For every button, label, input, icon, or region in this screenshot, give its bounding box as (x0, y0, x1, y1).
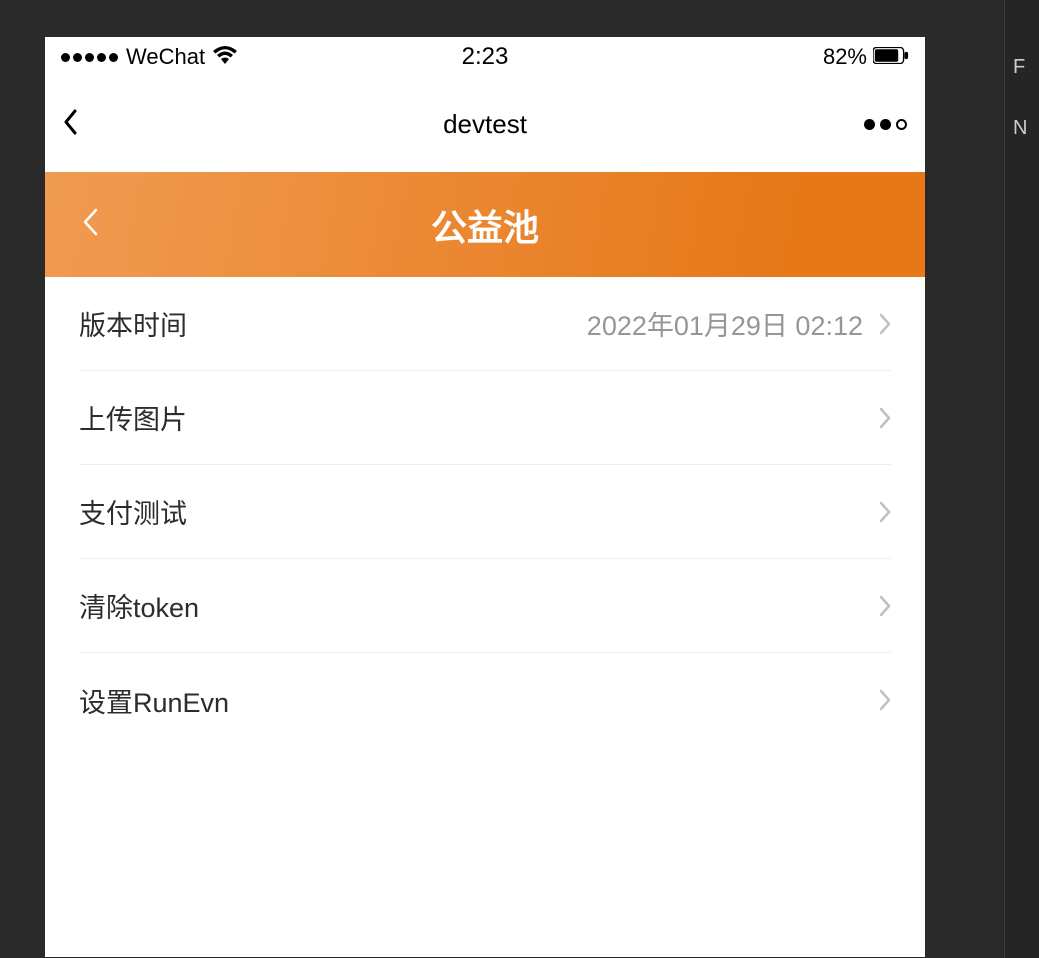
editor-sidebar: F N (1004, 0, 1039, 958)
page-header: 公益池 (45, 172, 925, 277)
signal-dots-icon (61, 53, 118, 62)
dot-icon (864, 119, 875, 130)
chevron-right-icon (879, 501, 891, 523)
chevron-right-icon (879, 313, 891, 335)
status-bar: WeChat 2:23 82% (45, 37, 925, 77)
list-item-payment-test[interactable]: 支付测试 (79, 465, 891, 559)
list-item-label: 设置RunEvn (79, 681, 229, 720)
status-left: WeChat (61, 44, 237, 70)
list-item-label: 版本时间 (79, 304, 187, 343)
editor-char: F (1005, 50, 1039, 85)
nav-bar: devtest (45, 77, 925, 172)
nav-title: devtest (443, 109, 527, 140)
list-item-label: 上传图片 (79, 398, 187, 437)
settings-list: 版本时间 2022年01月29日 02:12 上传图片 支付测试 (45, 277, 925, 747)
status-right: 82% (823, 44, 909, 70)
chevron-left-icon (81, 207, 99, 237)
dot-icon (880, 119, 891, 130)
chevron-right-icon (879, 407, 891, 429)
list-item-clear-token[interactable]: 清除token (79, 559, 891, 653)
battery-icon (873, 44, 909, 70)
chevron-right-icon (879, 689, 891, 711)
list-item-upload-image[interactable]: 上传图片 (79, 371, 891, 465)
list-item-set-runevn[interactable]: 设置RunEvn (79, 653, 891, 747)
back-button[interactable] (63, 109, 77, 140)
chevron-left-icon (63, 109, 77, 135)
list-item-value: 2022年01月29日 02:12 (587, 304, 863, 343)
editor-char: N (1005, 111, 1039, 146)
header-back-button[interactable] (81, 207, 99, 242)
circle-icon (896, 119, 907, 130)
more-button[interactable] (864, 119, 907, 130)
chevron-right-icon (879, 595, 891, 617)
battery-percent-label: 82% (823, 44, 867, 70)
clock-label: 2:23 (462, 43, 509, 71)
list-item-label: 清除token (79, 586, 199, 625)
carrier-label: WeChat (126, 44, 205, 70)
wifi-icon (213, 44, 237, 70)
page-title: 公益池 (431, 199, 539, 251)
phone-simulator-frame: WeChat 2:23 82% devt (45, 37, 925, 957)
list-item-version-time[interactable]: 版本时间 2022年01月29日 02:12 (79, 277, 891, 371)
list-item-label: 支付测试 (79, 492, 187, 531)
